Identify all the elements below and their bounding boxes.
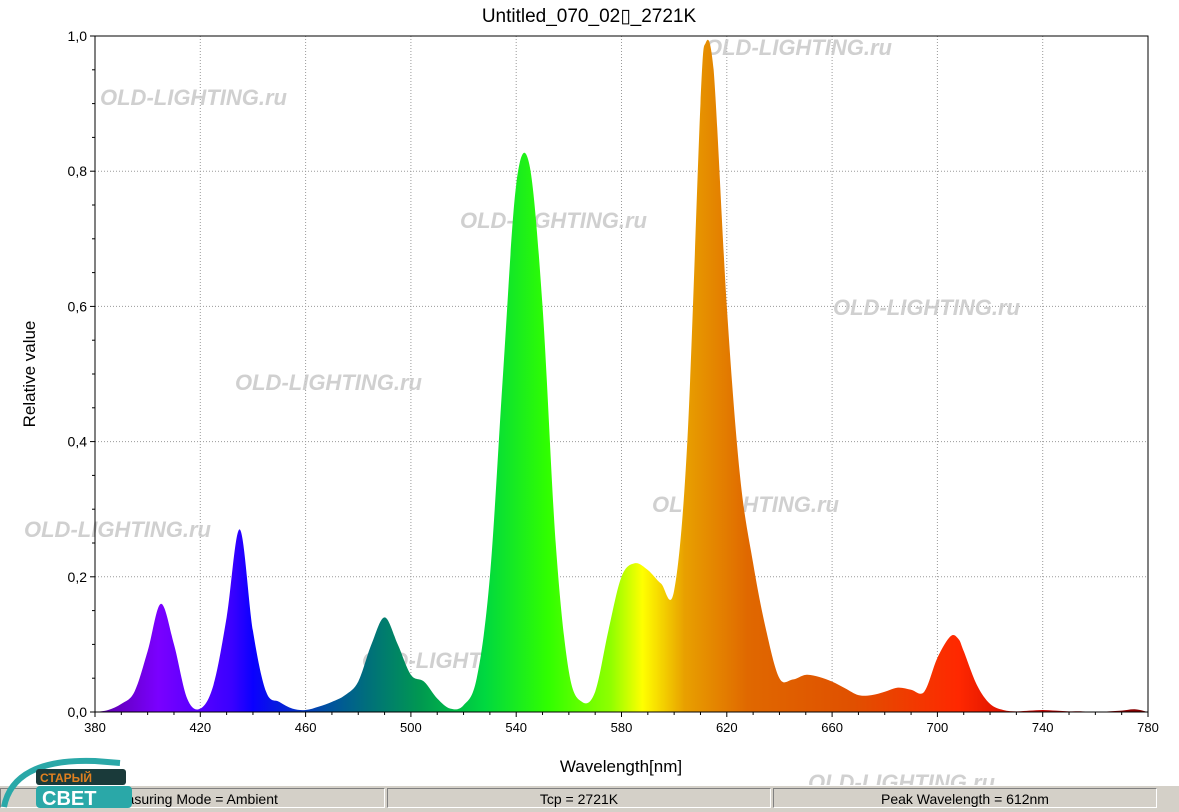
y-axis-label: Relative value	[20, 321, 39, 428]
y-tick-label: 0,8	[68, 163, 88, 179]
x-tick-label: 700	[927, 720, 949, 735]
x-tick-label: 540	[505, 720, 527, 735]
watermark-text: OLD-LIGHTING.ru	[460, 208, 648, 233]
spectrum-chart: Untitled_070_02▯_2721K OLD-LIGHTING.ru OL…	[20, 6, 1159, 795]
x-axis: 380 420 460 500 540 580 620 660 700 740 780	[84, 712, 1159, 735]
x-tick-label: 580	[611, 720, 633, 735]
x-tick-label: 380	[84, 720, 106, 735]
y-tick-label: 1,0	[68, 28, 88, 44]
x-tick-label: 420	[189, 720, 211, 735]
watermark-text: OLD-LIGHTING.ru	[24, 517, 212, 542]
y-tick-label: 0,2	[68, 569, 88, 585]
y-tick-label: 0,4	[68, 434, 88, 450]
x-tick-label: 740	[1032, 720, 1054, 735]
watermark-text: OLD-LIGHTING.ru	[705, 35, 893, 60]
logo-line1: СТАРЫЙ	[40, 770, 92, 785]
watermark-text: OLD-LIGHTING.ru	[235, 370, 423, 395]
logo: СТАРЫЙ СВЕТ	[1, 757, 132, 810]
x-axis-label: Wavelength[nm]	[560, 757, 682, 776]
x-tick-label: 780	[1137, 720, 1159, 735]
status-tcp: Tcp = 2721K	[387, 788, 771, 808]
y-tick-label: 0,0	[68, 704, 88, 720]
status-peak-wavelength: Peak Wavelength = 612nm	[773, 788, 1157, 808]
status-bar: Measuring Mode = Ambient Tcp = 2721K Pea…	[0, 785, 1179, 812]
x-tick-label: 460	[295, 720, 317, 735]
y-tick-label: 0,6	[68, 298, 88, 314]
x-tick-label: 500	[400, 720, 422, 735]
y-axis: 0,0 0,2 0,4 0,6 0,8 1,0	[68, 28, 95, 720]
watermark-text: OLD-LIGHTING.ru	[652, 492, 840, 517]
x-tick-label: 660	[821, 720, 843, 735]
chart-title: Untitled_070_02▯_2721K	[482, 6, 697, 27]
watermark-text: OLD-LIGHTING.ru	[833, 295, 1021, 320]
x-tick-label: 620	[716, 720, 738, 735]
logo-line2: СВЕТ	[42, 788, 96, 810]
watermark-text: OLD-LIGHTING.ru	[100, 85, 288, 110]
